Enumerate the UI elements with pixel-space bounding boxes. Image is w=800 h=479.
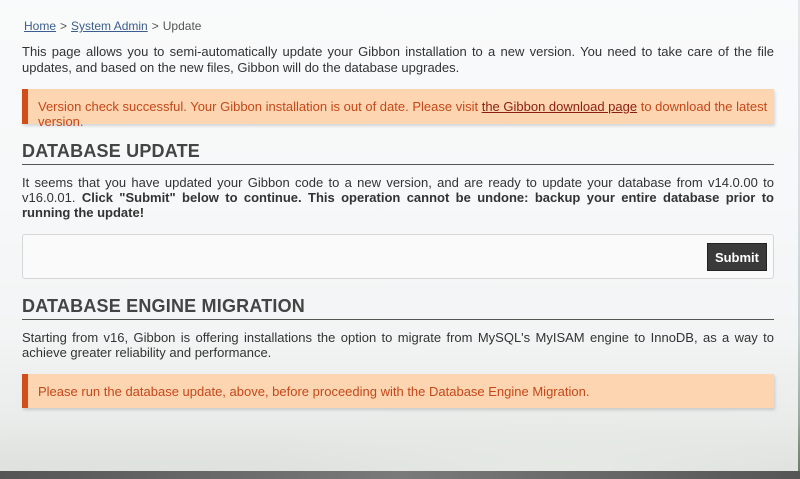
download-page-link[interactable]: the Gibbon download page bbox=[482, 99, 637, 114]
version-warning-alert: Version check successful. Your Gibbon in… bbox=[22, 89, 774, 129]
update-form: Submit bbox=[22, 234, 774, 279]
main-content: Home > System Admin > Update This page allow… bbox=[0, 0, 798, 471]
intro-text: This page allows you to semi-automatical… bbox=[22, 44, 774, 75]
database-update-heading: DATABASE UPDATE bbox=[22, 141, 774, 165]
engine-migration-description: Starting from v16, Gibbon is offering in… bbox=[22, 330, 774, 360]
breadcrumb-system-admin-link[interactable]: System Admin bbox=[71, 19, 148, 33]
version-warning-text: Version check successful. Your Gibbon in… bbox=[38, 99, 482, 114]
breadcrumb-separator: > bbox=[60, 19, 68, 33]
breadcrumb-home-link[interactable]: Home bbox=[24, 19, 56, 33]
engine-migration-alert: Please run the database update, above, b… bbox=[22, 374, 774, 408]
breadcrumb-separator: > bbox=[151, 19, 159, 33]
database-update-description: It seems that you have updated your Gibb… bbox=[22, 175, 774, 220]
engine-migration-alert-text: Please run the database update, above, b… bbox=[38, 384, 590, 399]
footer-strip bbox=[0, 471, 800, 479]
submit-button[interactable]: Submit bbox=[706, 243, 767, 271]
database-update-warning-text: Click "Submit" below to continue. This o… bbox=[22, 190, 774, 220]
engine-migration-heading: DATABASE ENGINE MIGRATION bbox=[22, 296, 774, 320]
breadcrumb: Home > System Admin > Update bbox=[24, 19, 201, 33]
breadcrumb-current: Update bbox=[162, 19, 202, 33]
